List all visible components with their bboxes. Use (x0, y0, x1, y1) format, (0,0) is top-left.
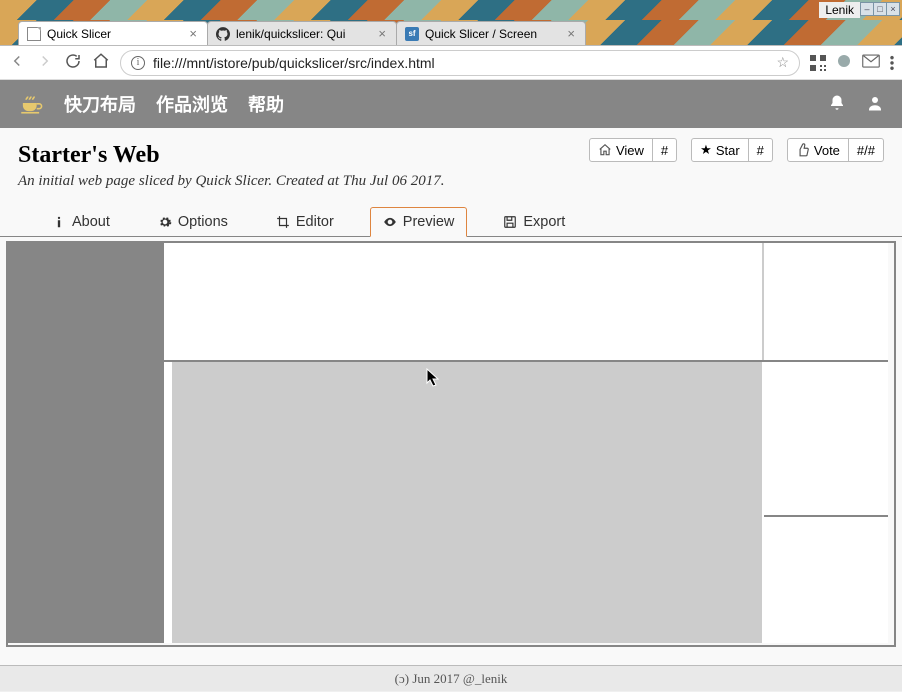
nav-link-help[interactable]: 帮助 (248, 91, 284, 117)
app-navbar: 快刀布局 作品浏览 帮助 (0, 80, 902, 128)
reload-button[interactable] (64, 52, 82, 73)
crop-icon (276, 215, 290, 229)
vote-pill[interactable]: Vote #/# (787, 138, 884, 162)
thumbs-up-icon (796, 143, 810, 157)
mail-extension-icon[interactable] (862, 54, 880, 71)
sourceforge-favicon-icon: sf (405, 27, 419, 41)
browser-tab-active[interactable]: Quick Slicer × (18, 21, 208, 45)
browser-toolbar: i file:///mnt/istore/pub/quickslicer/src… (0, 46, 902, 80)
grid-cell (764, 517, 888, 643)
info-icon (52, 215, 66, 229)
footer-text: (ɔ) Jun 2017 @_lenik (395, 671, 508, 686)
browser-menu-button[interactable] (890, 55, 894, 71)
browser-tab-label: lenik/quickslicer: Qui (236, 27, 372, 41)
tab-options[interactable]: Options (146, 207, 240, 237)
grid-cell (164, 362, 172, 643)
nav-link-gallery[interactable]: 作品浏览 (156, 91, 228, 117)
view-count: # (652, 139, 676, 161)
gear-icon (158, 215, 172, 229)
grid-cell (764, 243, 888, 360)
github-favicon-icon (216, 27, 230, 41)
page-content: Starter's Web An initial web page sliced… (0, 128, 902, 665)
window-minimize-button[interactable]: – (860, 2, 874, 16)
page-favicon-icon (27, 27, 41, 41)
bookmark-star-icon[interactable]: ☆ (776, 54, 789, 71)
qr-extension-icon[interactable] (810, 55, 826, 71)
browser-tab-strip: Quick Slicer × lenik/quickslicer: Qui × … (0, 20, 902, 46)
grid-cell (164, 243, 172, 360)
page-footer: (ɔ) Jun 2017 @_lenik (0, 665, 902, 691)
os-window-controls: – □ × (861, 2, 900, 16)
window-close-button[interactable]: × (886, 2, 900, 16)
tab-close-button[interactable]: × (565, 26, 577, 41)
grid-gap (8, 243, 164, 643)
browser-tab[interactable]: lenik/quickslicer: Qui × (207, 21, 397, 45)
save-icon (503, 215, 517, 229)
page-title: Starter's Web (18, 142, 444, 169)
user-icon[interactable] (866, 94, 884, 115)
tab-close-button[interactable]: × (187, 26, 199, 41)
window-maximize-button[interactable]: □ (873, 2, 887, 16)
os-window-title: Lenik (819, 2, 860, 18)
view-pill[interactable]: View # (589, 138, 677, 162)
site-info-icon[interactable]: i (131, 56, 145, 70)
grid-cell (764, 362, 888, 515)
star-count: # (748, 139, 772, 161)
view-tabs: About Options Editor Preview Export (0, 190, 902, 237)
star-icon: ★ (700, 142, 712, 158)
star-pill[interactable]: ★Star # (691, 138, 773, 162)
extension-icon[interactable] (836, 53, 852, 72)
extensions-area (810, 53, 894, 72)
forward-button (36, 52, 54, 73)
nav-link-layout[interactable]: 快刀布局 (64, 91, 136, 117)
tab-preview[interactable]: Preview (370, 207, 468, 237)
eye-icon (383, 215, 397, 229)
url-text: file:///mnt/istore/pub/quickslicer/src/i… (153, 55, 435, 71)
browser-tab-label: Quick Slicer / Screen (425, 27, 561, 41)
tab-export[interactable]: Export (491, 207, 577, 237)
tab-editor[interactable]: Editor (264, 207, 346, 237)
preview-grid (6, 241, 896, 647)
os-window-titlebar: Lenik – □ × (0, 0, 902, 20)
tab-close-button[interactable]: × (376, 26, 388, 41)
vote-count: #/# (848, 139, 883, 161)
stats-row: View # ★Star # Vote #/# (589, 138, 884, 162)
app-logo-icon[interactable] (18, 90, 44, 119)
home-icon (598, 143, 612, 157)
notifications-icon[interactable] (828, 94, 846, 115)
grid-cell (172, 243, 762, 360)
page-header: Starter's Web An initial web page sliced… (0, 128, 902, 190)
back-button[interactable] (8, 52, 26, 73)
grid-gap (172, 362, 762, 643)
browser-tab[interactable]: sf Quick Slicer / Screen × (396, 21, 586, 45)
home-button[interactable] (92, 52, 110, 73)
page-subtitle: An initial web page sliced by Quick Slic… (18, 173, 444, 190)
tab-about[interactable]: About (40, 207, 122, 237)
browser-tab-label: Quick Slicer (47, 27, 183, 41)
address-bar[interactable]: i file:///mnt/istore/pub/quickslicer/src… (120, 50, 800, 76)
